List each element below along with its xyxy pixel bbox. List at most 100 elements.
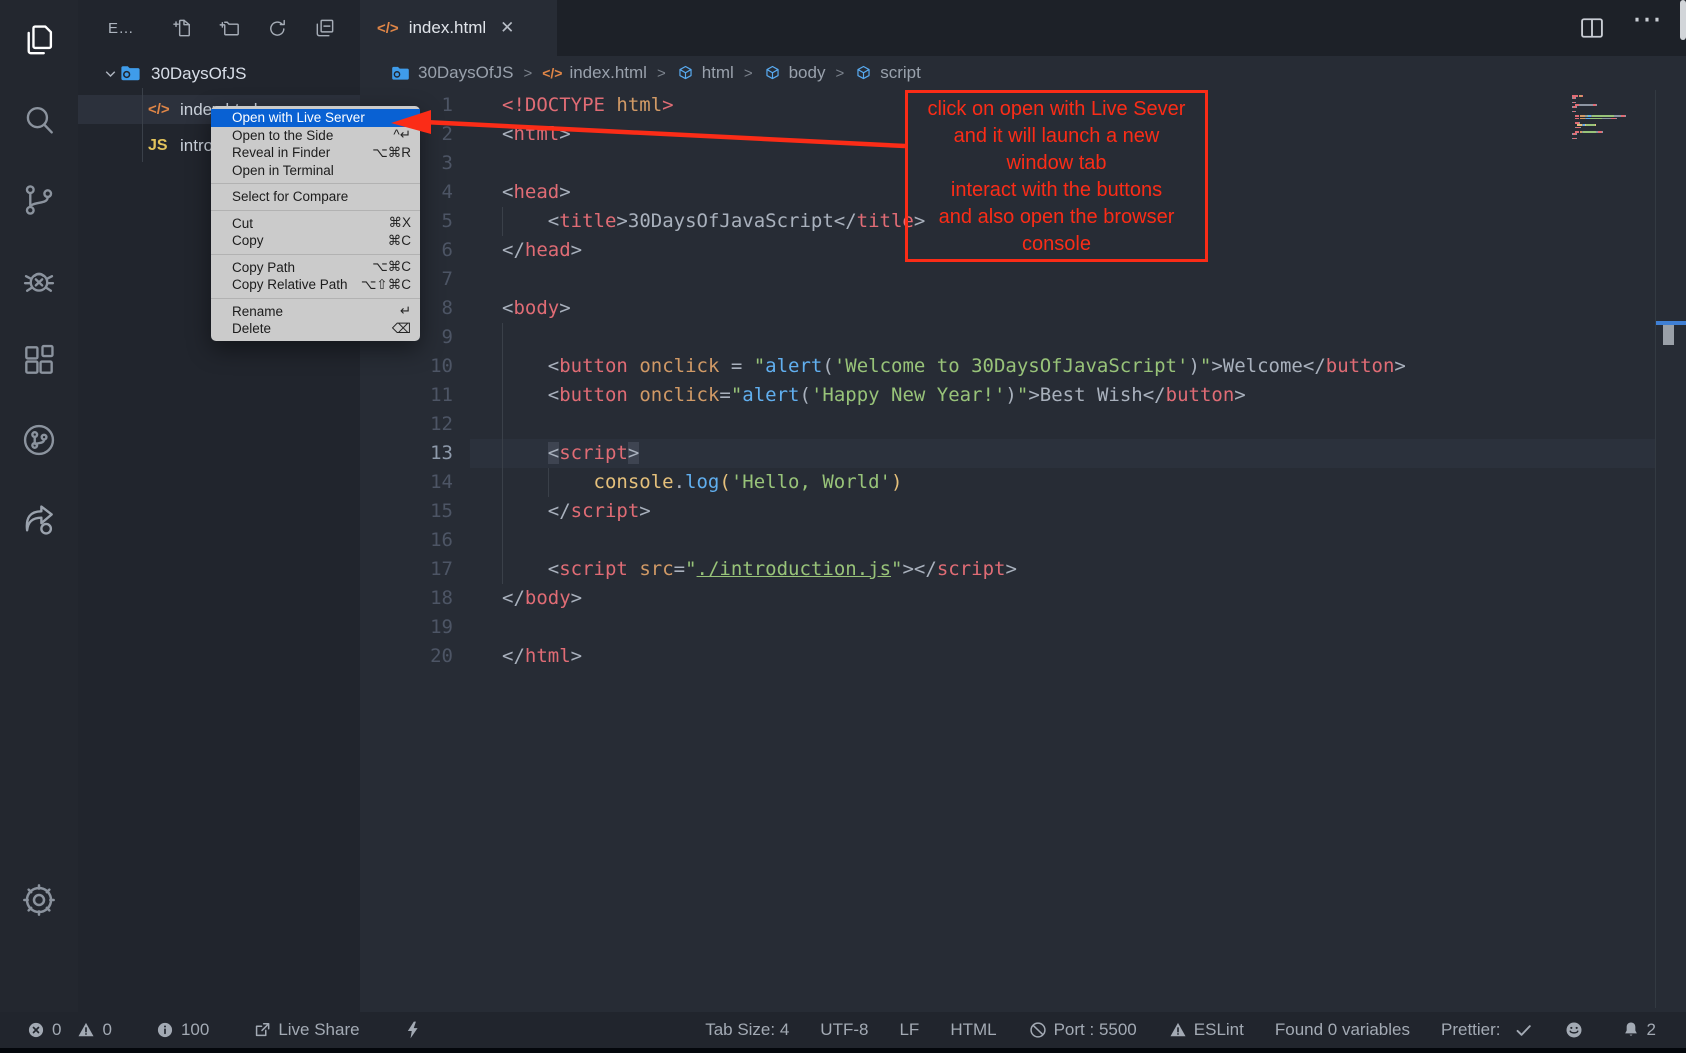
code-line-7[interactable]: 7 bbox=[360, 265, 1686, 294]
breadcrumb-label: body bbox=[789, 63, 826, 83]
bottom-strip bbox=[0, 1048, 1686, 1053]
symbol-cube-icon bbox=[763, 64, 782, 83]
status-prettier[interactable]: Prettier: bbox=[1441, 1020, 1533, 1040]
menu-item-copy-relative-path[interactable]: Copy Relative Path⌥⇧⌘C bbox=[211, 276, 420, 294]
menu-item-rename[interactable]: Rename ↵ bbox=[211, 303, 420, 321]
menu-item-shortcut: ↵ bbox=[400, 303, 411, 319]
status-encoding[interactable]: UTF-8 bbox=[820, 1020, 868, 1040]
code-line-17[interactable]: 17 <script src="./introduction.js"></scr… bbox=[360, 555, 1686, 584]
status-eol[interactable]: LF bbox=[899, 1020, 919, 1040]
status-notifications[interactable]: 2 bbox=[1621, 1020, 1656, 1040]
symbol-cube-icon bbox=[763, 64, 782, 83]
menu-item-open-to-the-side[interactable]: Open to the Side^↵ bbox=[211, 127, 420, 145]
activity-item-explorer[interactable] bbox=[0, 14, 78, 66]
status-lightning[interactable] bbox=[403, 1020, 429, 1040]
status-feedback[interactable] bbox=[1564, 1020, 1590, 1040]
activity-item-live-share[interactable] bbox=[0, 494, 78, 546]
annotation-line: click on open with Live Sever bbox=[908, 96, 1205, 123]
gear-icon bbox=[19, 880, 59, 920]
collapse-all-icon bbox=[313, 17, 336, 40]
code-line-12[interactable]: 12 bbox=[360, 410, 1686, 439]
code-text: <!DOCTYPE html> bbox=[502, 91, 674, 120]
status-label: LF bbox=[899, 1020, 919, 1040]
new-folder-button[interactable] bbox=[218, 16, 242, 40]
refresh-button[interactable] bbox=[265, 16, 289, 40]
status-eslint[interactable]: ESLint bbox=[1168, 1020, 1244, 1040]
breadcrumb-item-index.html[interactable]: </>index.html bbox=[542, 63, 647, 83]
status-label: ESLint bbox=[1194, 1020, 1244, 1040]
more-actions-icon[interactable]: ⋯ bbox=[1632, 2, 1664, 37]
code-line-14[interactable]: 14 console.log('Hello, World') bbox=[360, 468, 1686, 497]
status-errors[interactable]: 0 bbox=[26, 1020, 61, 1040]
menu-item-reveal-in-finder[interactable]: Reveal in Finder⌥⌘R bbox=[211, 144, 420, 162]
vscode-window: E… 30DaysOfJS</>index.htmlJSintroduction… bbox=[0, 0, 1686, 1053]
code-line-16[interactable]: 16 bbox=[360, 526, 1686, 555]
annotation-line: interact with the buttons bbox=[908, 177, 1205, 204]
menu-item-shortcut: ⌥⇧⌘C bbox=[361, 277, 411, 293]
tab-close-icon[interactable]: ✕ bbox=[500, 18, 514, 38]
code-text: <html> bbox=[502, 120, 571, 149]
activity-item-gitlens[interactable] bbox=[0, 414, 78, 466]
status-label: HTML bbox=[950, 1020, 996, 1040]
breadcrumb-item-body[interactable]: body bbox=[763, 63, 826, 83]
activity-item-settings[interactable] bbox=[0, 874, 78, 926]
menu-item-label: Cut bbox=[232, 216, 253, 231]
tab-index-html[interactable]: </> index.html ✕ bbox=[360, 0, 557, 56]
status-language-mode[interactable]: HTML bbox=[950, 1020, 996, 1040]
symbol-cube-icon bbox=[854, 64, 873, 83]
code-line-8[interactable]: 8<body> bbox=[360, 294, 1686, 323]
minimap[interactable] bbox=[1572, 95, 1656, 145]
scrollbar-handle[interactable] bbox=[1663, 325, 1674, 345]
status-live-share[interactable]: Live Share bbox=[252, 1020, 359, 1040]
menu-separator bbox=[211, 210, 420, 211]
line-number: 18 bbox=[360, 584, 453, 613]
breadcrumb-item-script[interactable]: script bbox=[854, 63, 921, 83]
activity-item-search[interactable] bbox=[0, 94, 78, 146]
menu-item-label: Rename bbox=[232, 304, 283, 319]
menu-item-label: Open in Terminal bbox=[232, 163, 334, 178]
code-line-10[interactable]: 10 <button onclick = "alert('Welcome to … bbox=[360, 352, 1686, 381]
status-tab-size[interactable]: Tab Size: 4 bbox=[705, 1020, 789, 1040]
tab-label: index.html bbox=[409, 18, 486, 38]
breadcrumb-separator: > bbox=[835, 65, 844, 82]
status-warnings[interactable]: 0 bbox=[76, 1020, 111, 1040]
menu-item-delete[interactable]: Delete⌫ bbox=[211, 320, 420, 338]
new-file-icon bbox=[172, 17, 195, 40]
check-icon bbox=[1507, 1021, 1533, 1040]
menu-item-select-for-compare[interactable]: Select for Compare bbox=[211, 188, 420, 206]
code-line-18[interactable]: 18</body> bbox=[360, 584, 1686, 613]
status-infos[interactable]: 100 bbox=[155, 1020, 209, 1040]
menu-item-copy-path[interactable]: Copy Path⌥⌘C bbox=[211, 259, 420, 277]
breadcrumb-item-30DaysOfJS[interactable]: 30DaysOfJS bbox=[390, 63, 513, 84]
status-label: 100 bbox=[181, 1020, 209, 1040]
window-scrollbar bbox=[1680, 0, 1686, 40]
menu-item-cut[interactable]: Cut⌘X bbox=[211, 215, 420, 233]
code-line-11[interactable]: 11 <button onclick="alert('Happy New Yea… bbox=[360, 381, 1686, 410]
line-number: 19 bbox=[360, 613, 453, 642]
code-line-13[interactable]: 13 <script> bbox=[360, 439, 1686, 468]
status-variables[interactable]: Found 0 variables bbox=[1275, 1020, 1410, 1040]
activity-item-run-debug[interactable] bbox=[0, 254, 78, 306]
error-icon bbox=[26, 1020, 52, 1040]
code-line-20[interactable]: 20</html> bbox=[360, 642, 1686, 671]
folder-small-icon bbox=[119, 62, 142, 85]
menu-item-open-with-live-server[interactable]: Open with Live Server bbox=[211, 109, 420, 127]
tree-root-folder[interactable]: 30DaysOfJS bbox=[78, 59, 360, 88]
activity-item-extensions[interactable] bbox=[0, 334, 78, 386]
code-line-9[interactable]: 9 bbox=[360, 323, 1686, 352]
port-icon bbox=[1028, 1020, 1054, 1040]
status-port[interactable]: Port : 5500 bbox=[1028, 1020, 1137, 1040]
code-line-15[interactable]: 15 </script> bbox=[360, 497, 1686, 526]
breadcrumb-item-html[interactable]: html bbox=[676, 63, 734, 83]
smiley-icon bbox=[1564, 1020, 1590, 1040]
menu-item-label: Copy Path bbox=[232, 260, 295, 275]
code-line-19[interactable]: 19 bbox=[360, 613, 1686, 642]
new-file-button[interactable] bbox=[171, 16, 195, 40]
tree-indent-guide bbox=[142, 88, 143, 162]
menu-item-copy[interactable]: Copy⌘C bbox=[211, 232, 420, 250]
menu-item-open-in-terminal[interactable]: Open in Terminal bbox=[211, 162, 420, 180]
split-editor-icon[interactable] bbox=[1578, 14, 1606, 42]
activity-item-source-control[interactable] bbox=[0, 174, 78, 226]
collapse-folders-button[interactable] bbox=[312, 16, 336, 40]
extensions-icon bbox=[20, 341, 58, 379]
